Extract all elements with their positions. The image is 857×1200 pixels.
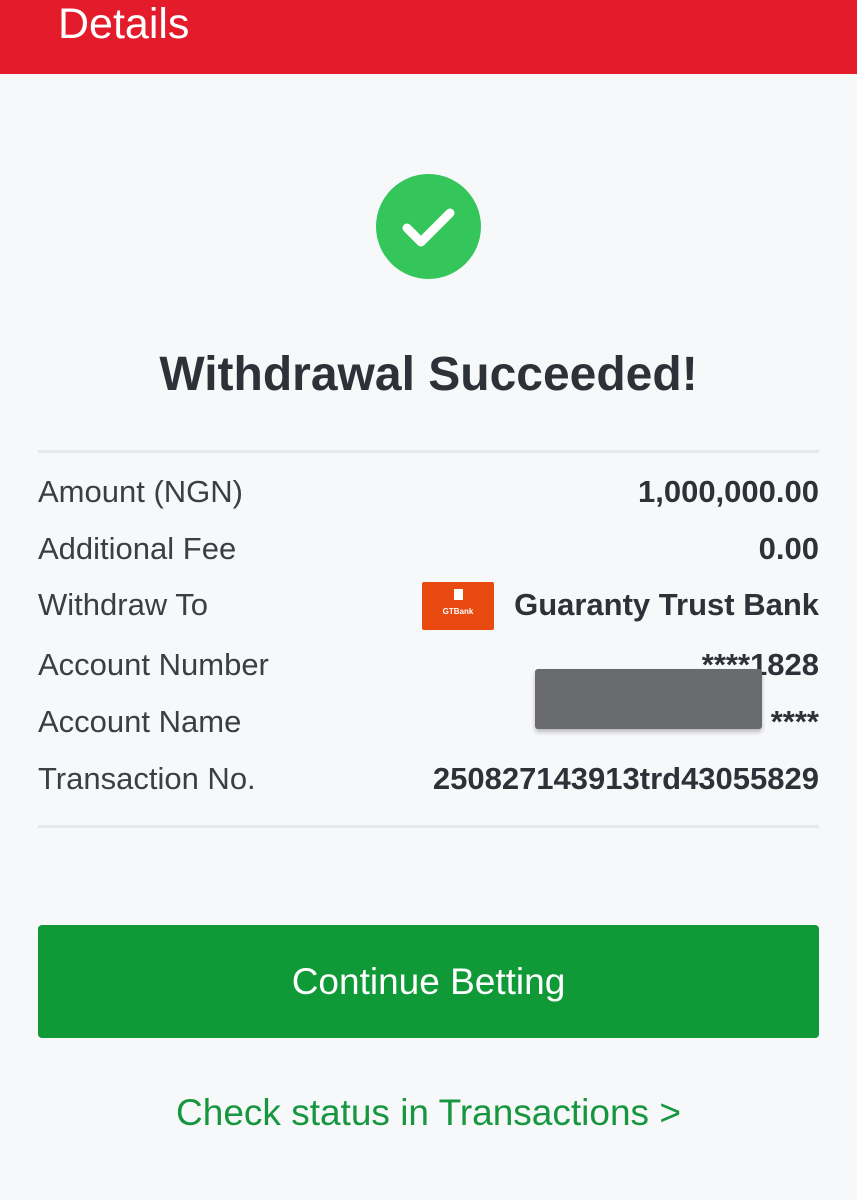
bank-logo-text: GTBank (442, 607, 474, 616)
logo-square (454, 589, 463, 600)
redaction-block (535, 669, 762, 729)
continue-betting-button[interactable]: Continue Betting (38, 925, 819, 1038)
page-title: Details (58, 0, 190, 48)
detail-row-fee: Additional Fee 0.00 (38, 524, 819, 574)
detail-row-transaction-no: Transaction No. 250827143913trd43055829 (38, 754, 819, 804)
fee-value: 0.00 (758, 531, 819, 566)
account-name-label: Account Name (38, 704, 242, 739)
amount-label: Amount (NGN) (38, 474, 243, 509)
account-name-value: **** (770, 704, 819, 739)
fee-label: Additional Fee (38, 531, 237, 566)
gtbank-logo: GTBank (422, 582, 494, 630)
amount-value: 1,000,000.00 (637, 474, 819, 509)
transaction-no-value: 250827143913trd43055829 (432, 761, 819, 796)
check-icon (376, 174, 481, 279)
app-header: Details (0, 0, 857, 74)
bank-name: Guaranty Trust Bank (514, 587, 819, 622)
divider (38, 825, 819, 828)
detail-row-withdraw-to: Withdraw To GTBank Guaranty Trust Bank (38, 580, 819, 630)
check-status-link[interactable]: Check status in Transactions > (0, 1088, 857, 1138)
detail-row-account-name: Account Name **** (38, 669, 819, 747)
transaction-no-label: Transaction No. (38, 761, 256, 796)
withdraw-to-label: Withdraw To (38, 587, 208, 622)
divider (38, 450, 819, 453)
result-title: Withdrawal Succeeded! (159, 348, 698, 401)
account-number-label: Account Number (38, 647, 269, 682)
detail-row-amount: Amount (NGN) 1,000,000.00 (38, 467, 819, 517)
